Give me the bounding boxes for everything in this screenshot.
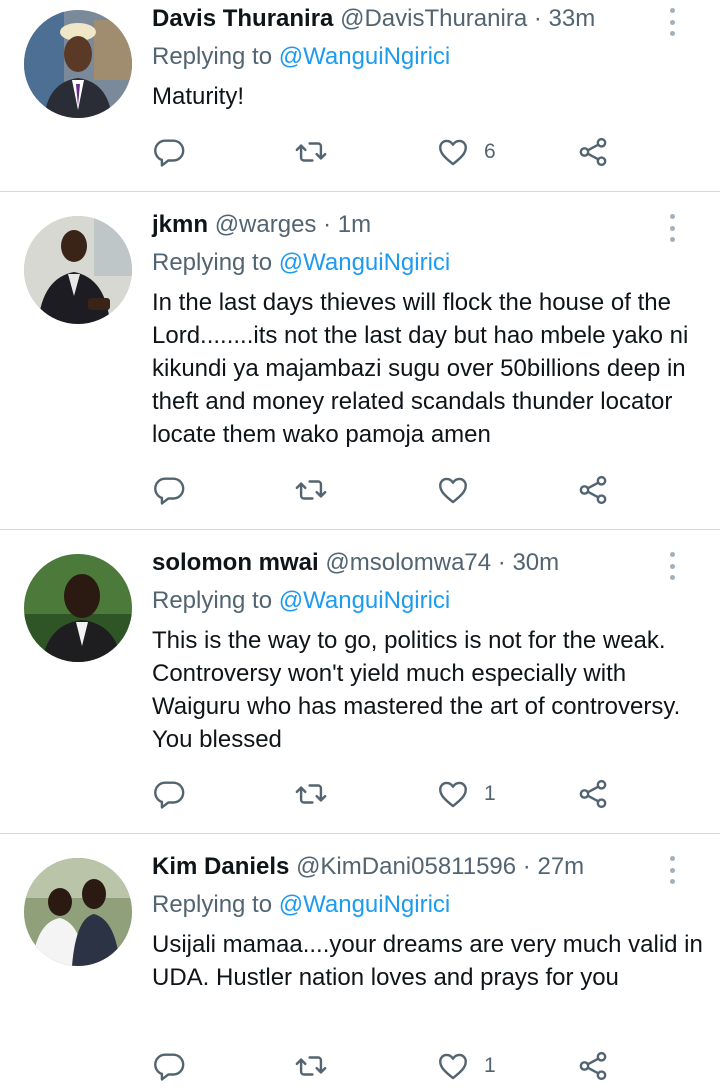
reply-button[interactable]: [152, 774, 186, 814]
tweet[interactable]: jkmn @warges · 1m Replying to @WanguiNgi…: [0, 192, 720, 530]
more-vertical-icon[interactable]: [662, 214, 682, 242]
share-icon: [579, 1051, 607, 1081]
retweet-button[interactable]: [294, 774, 328, 814]
tweet[interactable]: Davis Thuranira @DavisThuranira · 33m Re…: [0, 0, 720, 192]
author-name[interactable]: Kim Daniels: [152, 853, 289, 880]
tweet-text: Usijali mamaa....your dreams are very mu…: [152, 931, 703, 991]
replying-to: Replying to @WanguiNgirici: [152, 584, 450, 618]
share-icon: [579, 475, 607, 505]
author-handle[interactable]: @KimDani05811596: [296, 853, 516, 880]
author-name[interactable]: Davis Thuranira: [152, 5, 333, 32]
reply-icon: [154, 781, 185, 809]
action-bar: 1: [152, 774, 692, 814]
tweet-text: This is the way to go, politics is not f…: [152, 627, 681, 753]
tweet-text: In the last days thieves will flock the …: [152, 289, 689, 448]
more-vertical-icon[interactable]: [662, 8, 682, 36]
retweet-button[interactable]: [294, 1046, 328, 1086]
replying-label: Replying to: [152, 891, 279, 918]
action-bar: 1: [152, 1046, 692, 1086]
reply-button[interactable]: [152, 1046, 186, 1086]
tweet-text: Maturity!: [152, 83, 245, 110]
author-handle[interactable]: @DavisThuranira: [340, 5, 527, 32]
separator: ·: [522, 853, 531, 880]
like-count: 1: [484, 1054, 496, 1077]
avatar[interactable]: [24, 10, 132, 118]
retweet-icon: [295, 1056, 327, 1076]
heart-icon: [439, 781, 467, 808]
share-icon: [579, 137, 607, 167]
like-button[interactable]: [436, 470, 484, 510]
reply-icon: [154, 477, 185, 505]
separator: ·: [497, 549, 506, 576]
tweet-header: Kim Daniels @KimDani05811596 · 27m: [152, 850, 584, 884]
avatar[interactable]: [24, 858, 132, 966]
timestamp[interactable]: 30m: [512, 549, 559, 576]
reply-button[interactable]: [152, 132, 186, 172]
like-count: 1: [484, 782, 496, 805]
mention-link[interactable]: @WanguiNgirici: [279, 43, 451, 70]
mention-link[interactable]: @WanguiNgirici: [279, 587, 451, 614]
action-bar: [152, 470, 692, 510]
mention-link[interactable]: @WanguiNgirici: [279, 249, 451, 276]
replying-label: Replying to: [152, 43, 279, 70]
timestamp[interactable]: 33m: [549, 5, 596, 32]
separator: ·: [533, 5, 542, 32]
more-vertical-icon[interactable]: [662, 552, 682, 580]
mention-link[interactable]: @WanguiNgirici: [279, 891, 451, 918]
avatar[interactable]: [24, 554, 132, 662]
author-handle[interactable]: @warges: [215, 211, 317, 238]
share-button[interactable]: [576, 132, 610, 172]
tweet-header: solomon mwai @msolomwa74 · 30m: [152, 546, 559, 580]
replying-label: Replying to: [152, 249, 279, 276]
timestamp[interactable]: 1m: [338, 211, 371, 238]
reply-icon: [154, 1053, 185, 1081]
author-name[interactable]: jkmn: [152, 211, 208, 238]
heart-icon: [439, 1053, 467, 1080]
retweet-icon: [295, 480, 327, 500]
timestamp[interactable]: 27m: [537, 853, 584, 880]
like-button[interactable]: 1: [436, 1046, 496, 1086]
tweet-header: Davis Thuranira @DavisThuranira · 33m: [152, 2, 595, 36]
share-button[interactable]: [576, 774, 610, 814]
heart-icon: [439, 477, 467, 504]
replying-to: Replying to @WanguiNgirici: [152, 40, 450, 74]
retweet-button[interactable]: [294, 132, 328, 172]
retweet-icon: [295, 784, 327, 804]
tweet-header: jkmn @warges · 1m: [152, 208, 371, 242]
like-button[interactable]: 1: [436, 774, 496, 814]
like-count: 6: [484, 140, 496, 163]
share-button[interactable]: [576, 1046, 610, 1086]
retweet-button[interactable]: [294, 470, 328, 510]
author-name[interactable]: solomon mwai: [152, 549, 319, 576]
share-icon: [579, 779, 607, 809]
avatar[interactable]: [24, 216, 132, 324]
tweet[interactable]: Kim Daniels @KimDani05811596 · 27m Reply…: [0, 834, 720, 1092]
heart-icon: [439, 139, 467, 166]
share-button[interactable]: [576, 470, 610, 510]
action-bar: 6: [152, 132, 692, 172]
replying-label: Replying to: [152, 587, 279, 614]
like-button[interactable]: 6: [436, 132, 496, 172]
reply-button[interactable]: [152, 470, 186, 510]
separator: ·: [323, 211, 332, 238]
replying-to: Replying to @WanguiNgirici: [152, 888, 450, 922]
replying-to: Replying to @WanguiNgirici: [152, 246, 450, 280]
author-handle[interactable]: @msolomwa74: [325, 549, 491, 576]
reply-icon: [154, 139, 185, 167]
more-vertical-icon[interactable]: [662, 856, 682, 884]
retweet-icon: [295, 142, 327, 162]
tweet[interactable]: solomon mwai @msolomwa74 · 30m Replying …: [0, 530, 720, 834]
